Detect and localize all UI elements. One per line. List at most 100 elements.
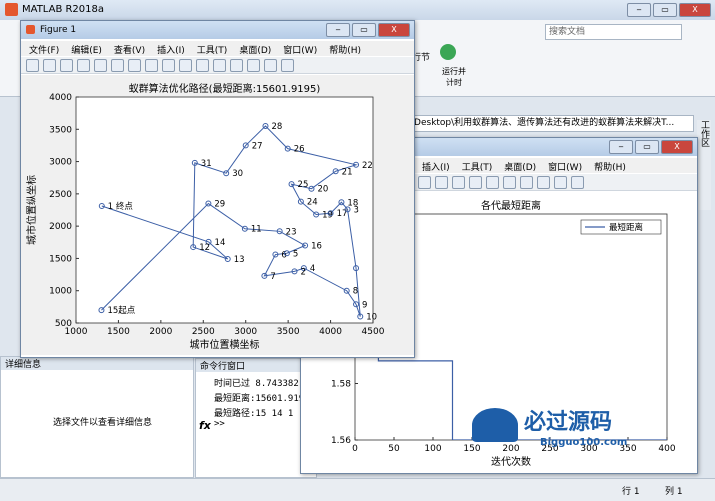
app-title: MATLAB R2018a [22, 4, 105, 15]
zoom-in-icon[interactable] [111, 59, 124, 72]
minimize-button[interactable]: ‒ [609, 140, 633, 154]
status-bar: 行 1 列 1 [0, 478, 715, 501]
city-label: 26 [294, 145, 305, 155]
city-label: 30 [232, 169, 243, 179]
rotate-icon[interactable] [162, 59, 175, 72]
new-figure-icon[interactable] [26, 59, 39, 72]
menu-tools[interactable]: 工具(T) [456, 158, 499, 175]
x-tick-label: 50 [388, 444, 400, 454]
watermark-logo-icon [472, 408, 518, 442]
close-button[interactable]: X [378, 23, 410, 37]
legend-icon[interactable] [537, 176, 550, 189]
minimize-button[interactable]: ‒ [627, 3, 651, 17]
city-label: 7 [270, 272, 275, 282]
city-label: 5 [293, 249, 298, 259]
city-label: 10 [366, 313, 377, 323]
y-axis-label: 城市位置纵坐标 [25, 175, 38, 245]
menu-desktop[interactable]: 桌面(D) [233, 41, 277, 58]
x-tick-label: 2000 [149, 327, 172, 337]
brush-icon[interactable] [196, 59, 209, 72]
maximize-button[interactable]: ▭ [352, 23, 376, 37]
city-label: 12 [199, 243, 210, 253]
data-cursor-icon[interactable] [469, 176, 482, 189]
data-cursor-icon[interactable] [179, 59, 192, 72]
maximize-button[interactable]: ▭ [653, 3, 677, 17]
pointer-icon[interactable] [94, 59, 107, 72]
menu-help[interactable]: 帮助(H) [588, 158, 632, 175]
pan-icon[interactable] [145, 59, 158, 72]
hide-plot-tools-icon[interactable] [554, 176, 567, 189]
figure1-window[interactable]: Figure 1 ‒ ▭ X 文件(F) 编辑(E) 查看(V) 插入(I) 工具(T) 桌面… [20, 20, 415, 358]
y-tick-label: 500 [55, 319, 72, 329]
figure1-window-controls: ‒ ▭ X [324, 23, 410, 37]
menu-insert[interactable]: 插入(I) [151, 41, 191, 58]
city-label: 31 [201, 159, 212, 169]
close-button[interactable]: X [679, 3, 711, 17]
save-icon[interactable] [60, 59, 73, 72]
zoom-out-icon[interactable] [418, 176, 431, 189]
command-window-title: 命令行窗口 [196, 359, 316, 372]
x-tick-label: 200 [502, 444, 519, 454]
colorbar-icon[interactable] [230, 59, 243, 72]
y-tick-label: 3500 [49, 125, 72, 135]
y-tick-label: 1500 [49, 254, 72, 264]
link-icon[interactable] [503, 176, 516, 189]
status-row: 行 1 [622, 487, 640, 497]
address-bar[interactable]: \Desktop\利用蚁群算法、遗传算法还有改进的蚁群算法来解决T... [410, 115, 694, 132]
show-plot-tools-icon[interactable] [281, 59, 294, 72]
command-line: 最短路径:15 14 1 [214, 409, 294, 419]
y-tick-label: 3000 [49, 158, 72, 168]
pan-icon[interactable] [435, 176, 448, 189]
city-label: 15起点 [107, 306, 135, 316]
minimize-button[interactable]: ‒ [326, 23, 350, 37]
city-label: 8 [353, 287, 358, 297]
workspace-tab[interactable]: 工作区 [697, 120, 711, 210]
city-label: 1 终点 [108, 201, 134, 212]
city-label: 20 [317, 185, 328, 195]
command-prompt[interactable]: >> [214, 419, 225, 429]
matlab-titlebar: MATLAB R2018a ‒ ▭ X [0, 0, 715, 21]
menu-view[interactable]: 查看(V) [108, 41, 151, 58]
zoom-out-icon[interactable] [128, 59, 141, 72]
run-timed-label[interactable]: 运行并 计时 [434, 66, 474, 88]
y-tick-label: 1000 [49, 287, 72, 297]
menu-insert[interactable]: 插入(I) [416, 158, 456, 175]
x-tick-label: 1500 [107, 327, 130, 337]
menu-desktop[interactable]: 桌面(D) [498, 158, 542, 175]
city-label: 9 [362, 300, 367, 310]
open-icon[interactable] [43, 59, 56, 72]
menu-file[interactable]: 文件(F) [23, 41, 65, 58]
run-timed-icon[interactable] [440, 44, 456, 60]
city-label: 13 [234, 255, 245, 265]
close-button[interactable]: X [661, 140, 693, 154]
brush-icon[interactable] [486, 176, 499, 189]
menu-tools[interactable]: 工具(T) [191, 41, 234, 58]
city-label: 25 [298, 180, 309, 190]
menu-edit[interactable]: 编辑(E) [65, 41, 108, 58]
y-tick-label: 1.56 [331, 436, 351, 446]
menu-window[interactable]: 窗口(W) [542, 158, 588, 175]
city-label: 3 [354, 205, 359, 215]
city-label: 14 [215, 238, 226, 248]
print-icon[interactable] [77, 59, 90, 72]
show-plot-tools-icon[interactable] [571, 176, 584, 189]
figure1-toolbar [21, 57, 414, 74]
search-input[interactable]: 搜索文档 [545, 24, 682, 40]
command-output: 时间已过 8.743382 最短距离:15601.919 最短路径:15 14 … [214, 377, 304, 422]
maximize-button[interactable]: ▭ [635, 140, 659, 154]
rotate-icon[interactable] [452, 176, 465, 189]
city-label: 27 [252, 141, 263, 151]
x-tick-label: 2500 [192, 327, 215, 337]
menu-help[interactable]: 帮助(H) [323, 41, 367, 58]
colorbar-icon[interactable] [520, 176, 533, 189]
city-label: 11 [251, 225, 262, 235]
command-window[interactable]: 命令行窗口 时间已过 8.743382 最短距离:15601.919 最短路径:… [195, 358, 317, 478]
fx-icon: fx [199, 419, 211, 432]
city-label: 29 [214, 200, 225, 210]
hide-plot-tools-icon[interactable] [264, 59, 277, 72]
link-icon[interactable] [213, 59, 226, 72]
city-label: 24 [307, 198, 318, 208]
menu-window[interactable]: 窗口(W) [277, 41, 323, 58]
legend-icon[interactable] [247, 59, 260, 72]
city-label: 4 [310, 264, 315, 274]
